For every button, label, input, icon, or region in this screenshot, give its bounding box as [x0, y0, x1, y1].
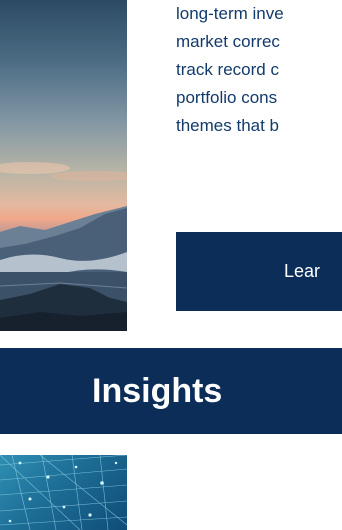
network-graphic [0, 455, 127, 530]
paragraph-line: long-term inve [176, 4, 284, 23]
insights-banner: Insights [0, 348, 342, 434]
insights-heading: Insights [92, 372, 223, 410]
mountain-landscape-graphic [0, 162, 127, 331]
network-abstract-image[interactable] [0, 455, 127, 530]
about-paragraph: long-term inve market correc track recor… [176, 0, 342, 140]
paragraph-line: market correc [176, 32, 280, 51]
paragraph-line: themes that b [176, 116, 280, 135]
learn-more-button[interactable]: Lear [176, 232, 342, 311]
paragraph-line: track record c [176, 60, 279, 79]
mountain-landscape-image [0, 0, 127, 331]
paragraph-line: portfolio cons [176, 88, 278, 107]
page: long-term inve market correc track recor… [0, 0, 342, 530]
